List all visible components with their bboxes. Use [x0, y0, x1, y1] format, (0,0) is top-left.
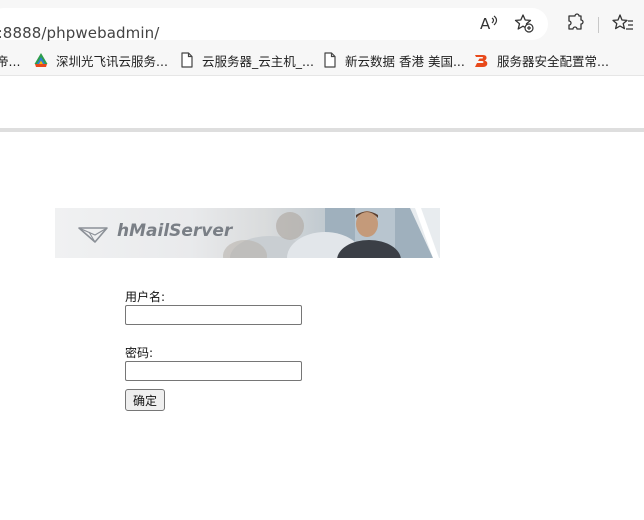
bookmark-item[interactable]: 新云数据 香港 美国... [322, 50, 465, 70]
svg-text:A: A [480, 15, 491, 33]
toolbar-separator [598, 17, 599, 33]
bookmark-item[interactable]: 云服务器_云主机_... [179, 50, 314, 70]
bookmarks-bar: 帝... 深圳光飞讯云服务... 云服务器_云主机_... 新云数据 香港 美国… [0, 44, 644, 76]
address-bar: 7:8888/phpwebadmin/ A [0, 0, 644, 44]
add-favorite-icon[interactable] [513, 12, 535, 34]
login-form: 用户名: 密码: 确定 [125, 290, 302, 411]
banner-artwork [78, 208, 440, 258]
page-icon [322, 52, 338, 68]
url-box[interactable]: 7:8888/phpwebadmin/ [0, 8, 548, 42]
extensions-icon[interactable] [564, 12, 586, 34]
read-aloud-icon[interactable]: A [478, 12, 500, 34]
url-text[interactable]: 7:8888/phpwebadmin/ [0, 24, 159, 42]
bookmark-item[interactable]: 深圳光飞讯云服务... [33, 50, 168, 70]
cloud-icon [33, 52, 49, 68]
bookmark-item[interactable]: 服务器安全配置常... [474, 50, 609, 70]
password-input[interactable] [125, 361, 302, 381]
submit-button[interactable]: 确定 [125, 389, 165, 411]
favorites-icon[interactable] [612, 12, 634, 34]
page-divider [0, 128, 644, 132]
password-label: 密码: [125, 346, 154, 360]
b-logo-icon [474, 52, 490, 68]
username-input[interactable] [125, 305, 302, 325]
username-label: 用户名: [125, 290, 166, 304]
page-icon [179, 52, 195, 68]
hmailserver-banner: hMailServer [55, 208, 440, 258]
bookmark-item[interactable]: 帝... [0, 50, 20, 70]
brand-logo-text: hMailServer [117, 221, 233, 241]
